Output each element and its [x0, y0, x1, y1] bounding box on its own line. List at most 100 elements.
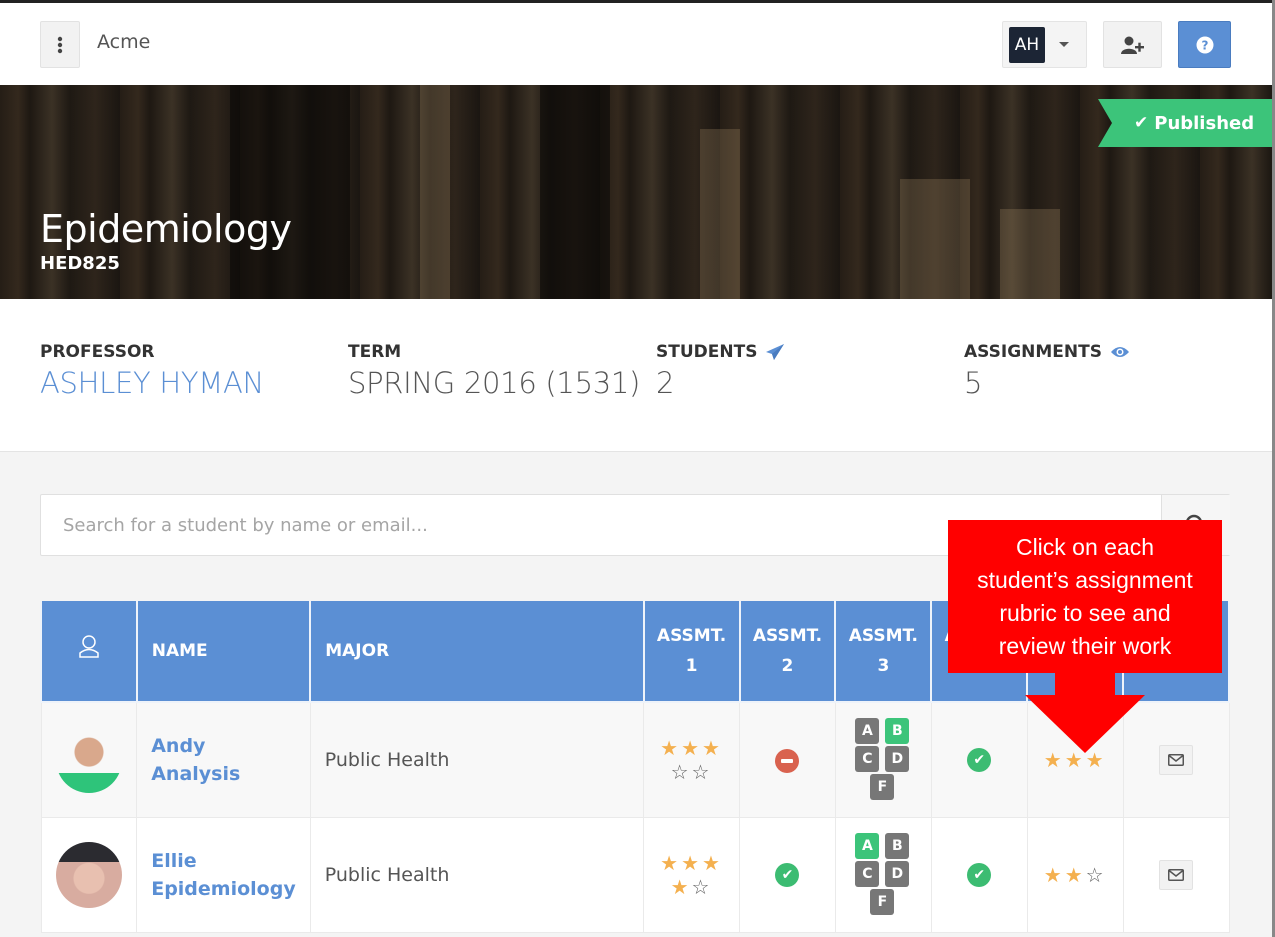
menu-button[interactable]	[40, 21, 80, 68]
published-status-badge: ✔ Published	[1098, 99, 1272, 147]
assignments-label: ASSIGNMENTS	[964, 342, 1102, 362]
term-label: TERM	[348, 342, 402, 362]
header-name[interactable]: NAME	[135, 601, 312, 703]
question-circle-icon: ?	[1196, 36, 1213, 53]
hero-bg-shape	[900, 179, 970, 299]
professor-label: PROFESSOR	[40, 342, 155, 362]
user-avatar-initials: AH	[1009, 27, 1045, 63]
callout-arrow-stem	[1055, 672, 1115, 696]
add-user-button[interactable]	[1103, 21, 1162, 68]
header-major[interactable]: MAJOR	[309, 601, 645, 703]
assmt-3-grade[interactable]: A B C D F	[834, 816, 932, 933]
table-row: Ellie Epidemiology Public Health ★★★ ★☆ ✔…	[40, 816, 1230, 933]
assmt-1-rubric[interactable]: ★★★ ★☆	[643, 816, 740, 933]
grade-option-b[interactable]: B	[885, 717, 910, 744]
term-value: SPRING 2016 (1531)	[348, 366, 641, 400]
header-assmt-2[interactable]: ASSMT. 2	[738, 601, 837, 703]
star-rating: ★★☆	[1028, 863, 1123, 887]
avatar-cell	[40, 816, 138, 933]
published-label: Published	[1154, 112, 1255, 134]
header-assmt-label: ASSMT.	[848, 626, 918, 646]
star-rating: ★★★ ★☆	[644, 851, 739, 899]
envelope-icon	[1168, 753, 1185, 766]
students-count: 2	[656, 366, 675, 400]
stat-professor: PROFESSOR ASHLEY HYMAN	[40, 342, 264, 400]
grade-option-c[interactable]: C	[855, 745, 880, 772]
professor-link[interactable]: ASHLEY HYMAN	[40, 366, 264, 400]
assmt-4-status[interactable]: ✔	[930, 701, 1028, 818]
last-name: Analysis	[151, 762, 241, 785]
student-name-link[interactable]: Ellie Epidemiology	[151, 847, 296, 903]
assmt-4-status[interactable]: ✔	[930, 816, 1028, 933]
callout-line: review their work	[998, 633, 1172, 659]
callout-line: student’s assignment	[977, 567, 1193, 593]
assmt-5-rubric[interactable]: ★★☆	[1026, 816, 1124, 933]
assmt-3-grade[interactable]: A B C D F	[834, 701, 932, 818]
first-name: Ellie	[151, 849, 197, 872]
major-cell: Public Health	[309, 816, 645, 933]
hero-bg-shape	[1000, 209, 1060, 299]
callout-line: rubric to see and	[999, 600, 1171, 626]
tutorial-callout: Click on each student’s assignment rubri…	[948, 520, 1222, 673]
hero-bg-shape	[700, 129, 740, 299]
stat-students: STUDENTS 2	[656, 342, 785, 400]
student-name-link[interactable]: Andy Analysis	[151, 732, 296, 788]
grade-option-a[interactable]: A	[855, 717, 880, 744]
grade-option-d[interactable]: D	[885, 745, 910, 772]
avatar	[55, 726, 122, 793]
user-outline-icon	[79, 635, 99, 658]
check-circle-icon: ✔	[775, 863, 800, 887]
check-icon: ✔	[1134, 113, 1149, 133]
callout-line: Click on each	[1015, 534, 1155, 560]
header-assmt-number: 1	[685, 656, 698, 676]
course-code: HED825	[40, 253, 120, 274]
header-assmt-3[interactable]: ASSMT. 3	[834, 601, 933, 703]
assignments-count: 5	[964, 366, 983, 400]
grade-option-f[interactable]: F	[870, 773, 895, 800]
star-filled-icon: ★	[681, 850, 703, 875]
last-name: Epidemiology	[151, 877, 296, 900]
avatar-cell	[40, 701, 138, 818]
caret-down-icon	[1059, 42, 1069, 47]
header-assmt-number: 2	[781, 656, 794, 676]
grade-option-c[interactable]: C	[855, 860, 880, 887]
brand-name[interactable]: Acme	[97, 31, 150, 53]
hero-bg-shape	[540, 85, 610, 299]
help-button[interactable]: ?	[1178, 21, 1231, 68]
star-filled-icon: ★	[660, 850, 682, 875]
star-empty-icon: ☆	[1085, 862, 1107, 887]
students-label: STUDENTS	[656, 342, 758, 362]
hero-bg-shape	[420, 85, 450, 299]
grade-option-f[interactable]: F	[870, 888, 895, 915]
name-cell: Ellie Epidemiology	[136, 816, 311, 933]
header-avatar	[40, 601, 138, 703]
email-student-button[interactable]	[1159, 859, 1194, 890]
vertical-dots-icon	[57, 36, 63, 53]
first-name: Andy	[151, 734, 206, 757]
star-filled-icon: ★	[670, 874, 692, 899]
envelope-icon	[1168, 868, 1185, 881]
course-hero-banner: Epidemiology HED825 ✔ Published	[0, 85, 1272, 299]
grade-option-d[interactable]: D	[885, 860, 910, 887]
eye-icon[interactable]	[1110, 345, 1130, 359]
star-filled-icon: ★	[1064, 862, 1086, 887]
check-circle-icon: ✔	[967, 748, 992, 773]
actions-cell	[1122, 816, 1230, 933]
assmt-2-status[interactable]	[739, 701, 836, 818]
email-student-button[interactable]	[1159, 744, 1194, 775]
assmt-1-rubric[interactable]: ★★★ ☆☆	[643, 701, 740, 818]
paper-plane-icon[interactable]	[765, 343, 785, 361]
minus-circle-icon	[775, 749, 800, 774]
stat-assignments: ASSIGNMENTS 5	[964, 342, 1130, 400]
grade-option-a[interactable]: A	[855, 832, 880, 859]
name-cell: Andy Analysis	[136, 701, 311, 818]
header-assmt-1[interactable]: ASSMT. 1	[642, 601, 741, 703]
grade-option-b[interactable]: B	[885, 832, 910, 859]
assmt-2-status[interactable]: ✔	[739, 816, 836, 933]
user-menu-dropdown[interactable]: AH	[1002, 21, 1087, 68]
star-empty-icon: ☆	[670, 759, 692, 784]
top-navbar: Acme AH ?	[0, 3, 1272, 85]
header-assmt-label: ASSMT.	[656, 626, 727, 646]
star-filled-icon: ★	[660, 735, 682, 760]
star-filled-icon: ★	[681, 735, 703, 760]
